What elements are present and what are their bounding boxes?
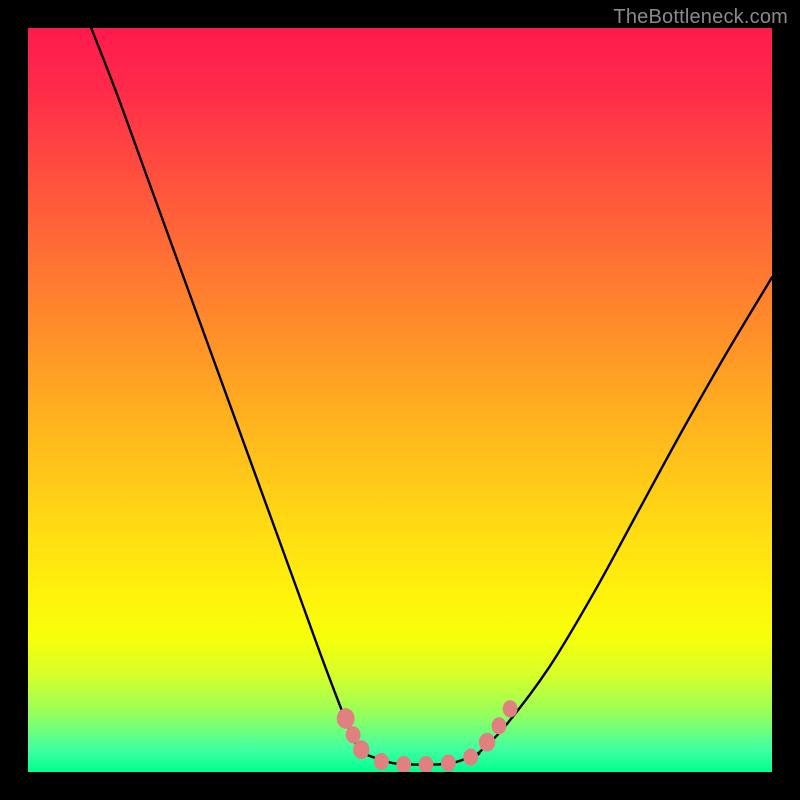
curve-marker [396,756,411,772]
chart-plot-area [28,28,772,772]
chart-svg [28,28,772,772]
curve-marker [503,700,518,717]
curve-markers [337,700,518,772]
curve-marker [441,755,456,772]
curve-marker [374,753,389,770]
curve-marker [337,708,355,729]
watermark-text: TheBottleneck.com [613,6,788,29]
curve-marker [492,717,507,734]
curve-marker [353,740,369,759]
curve-marker [479,733,495,752]
curve-marker [346,726,361,743]
curve-marker [463,749,478,766]
curve-marker [419,756,434,772]
bottleneck-curve [91,28,772,765]
chart-frame: TheBottleneck.com [0,0,800,800]
